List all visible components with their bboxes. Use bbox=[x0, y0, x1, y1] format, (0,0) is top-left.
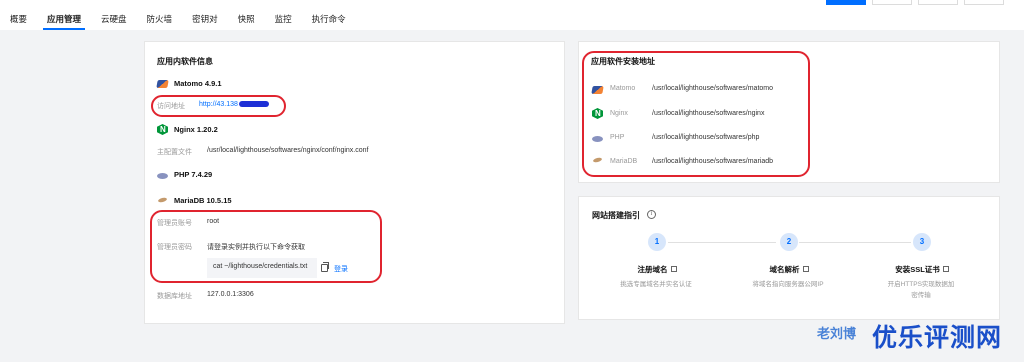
watermark-large: 优乐评测网 bbox=[872, 324, 1003, 352]
software-info-title: 应用内软件信息 bbox=[157, 57, 213, 66]
tab-run-command[interactable]: 执行命令 bbox=[312, 13, 346, 30]
php-version: PHP 7.4.29 bbox=[174, 170, 213, 179]
matomo-logo-icon bbox=[156, 79, 169, 88]
step-title-text: 域名解析 bbox=[769, 265, 800, 274]
db-address-value: 127.0.0.1:3306 bbox=[207, 291, 254, 298]
watermark-small: 老刘博 bbox=[817, 326, 857, 341]
action-button[interactable] bbox=[872, 0, 912, 5]
matomo-header: Matomo 4.9.1 bbox=[156, 79, 222, 88]
matomo-version: Matomo 4.9.1 bbox=[174, 79, 222, 88]
site-guide-card bbox=[578, 196, 1000, 320]
tab-firewall[interactable]: 防火墙 bbox=[147, 13, 173, 30]
step-connector bbox=[668, 242, 776, 243]
tab-monitoring[interactable]: 监控 bbox=[275, 13, 292, 30]
step-title-text: 安装SSL证书 bbox=[895, 265, 940, 274]
php-header: PHP 7.4.29 bbox=[157, 170, 212, 179]
nginx-header: Nginx 1.20.2 bbox=[157, 124, 218, 135]
tab-app-management[interactable]: 应用管理 bbox=[43, 13, 86, 30]
step-number-badge: 2 bbox=[780, 233, 798, 251]
step-title-dns[interactable]: 域名解析 bbox=[744, 264, 834, 275]
step-title-ssl[interactable]: 安装SSL证书 bbox=[877, 264, 967, 275]
info-icon[interactable]: i bbox=[647, 210, 656, 219]
config-file-value: /usr/local/lighthouse/softwares/nginx/co… bbox=[207, 147, 369, 154]
step-connector bbox=[799, 242, 911, 243]
top-nav-bar: 概要 应用管理 云硬盘 防火墙 密钥对 快照 监控 执行命令 bbox=[0, 0, 1024, 30]
external-link-icon bbox=[802, 266, 809, 272]
step-description: 挑选专属域名并实名认证 bbox=[620, 281, 692, 288]
db-address-label: 数据库地址 bbox=[157, 293, 192, 300]
action-button[interactable] bbox=[918, 0, 958, 5]
primary-action-button[interactable] bbox=[826, 0, 866, 5]
nginx-version: Nginx 1.20.2 bbox=[174, 125, 218, 134]
tab-overview[interactable]: 概要 bbox=[10, 13, 27, 30]
highlight-box bbox=[151, 95, 286, 117]
tab-bar: 概要 应用管理 云硬盘 防火墙 密钥对 快照 监控 执行命令 bbox=[0, 13, 356, 30]
step-description: 开启HTTPS实现数据加密传输 bbox=[887, 281, 955, 299]
external-link-icon bbox=[670, 266, 677, 272]
step-title-text: 注册域名 bbox=[637, 265, 668, 274]
config-file-label: 主配置文件 bbox=[157, 149, 192, 156]
tab-snapshot[interactable]: 快照 bbox=[238, 13, 255, 30]
mariadb-header: MariaDB 10.5.15 bbox=[157, 195, 232, 206]
mariadb-version: MariaDB 10.5.15 bbox=[174, 196, 232, 205]
highlight-box bbox=[582, 51, 810, 177]
site-guide-title: 网站搭建指引 bbox=[592, 211, 640, 220]
php-logo-icon bbox=[157, 172, 168, 179]
tab-cloud-disk[interactable]: 云硬盘 bbox=[101, 13, 127, 30]
highlight-box bbox=[150, 210, 382, 283]
step-number-badge: 1 bbox=[648, 233, 666, 251]
step-title-register-domain[interactable]: 注册域名 bbox=[612, 264, 702, 275]
step-description: 将域名指向服务器公网IP bbox=[752, 281, 824, 288]
top-action-buttons bbox=[826, 0, 1004, 5]
action-button[interactable] bbox=[964, 0, 1004, 5]
nginx-logo-icon bbox=[157, 124, 168, 135]
step-number-badge: 3 bbox=[913, 233, 931, 251]
tab-key-pair[interactable]: 密钥对 bbox=[192, 13, 218, 30]
external-link-icon bbox=[942, 266, 949, 272]
mariadb-logo-icon bbox=[157, 195, 168, 206]
